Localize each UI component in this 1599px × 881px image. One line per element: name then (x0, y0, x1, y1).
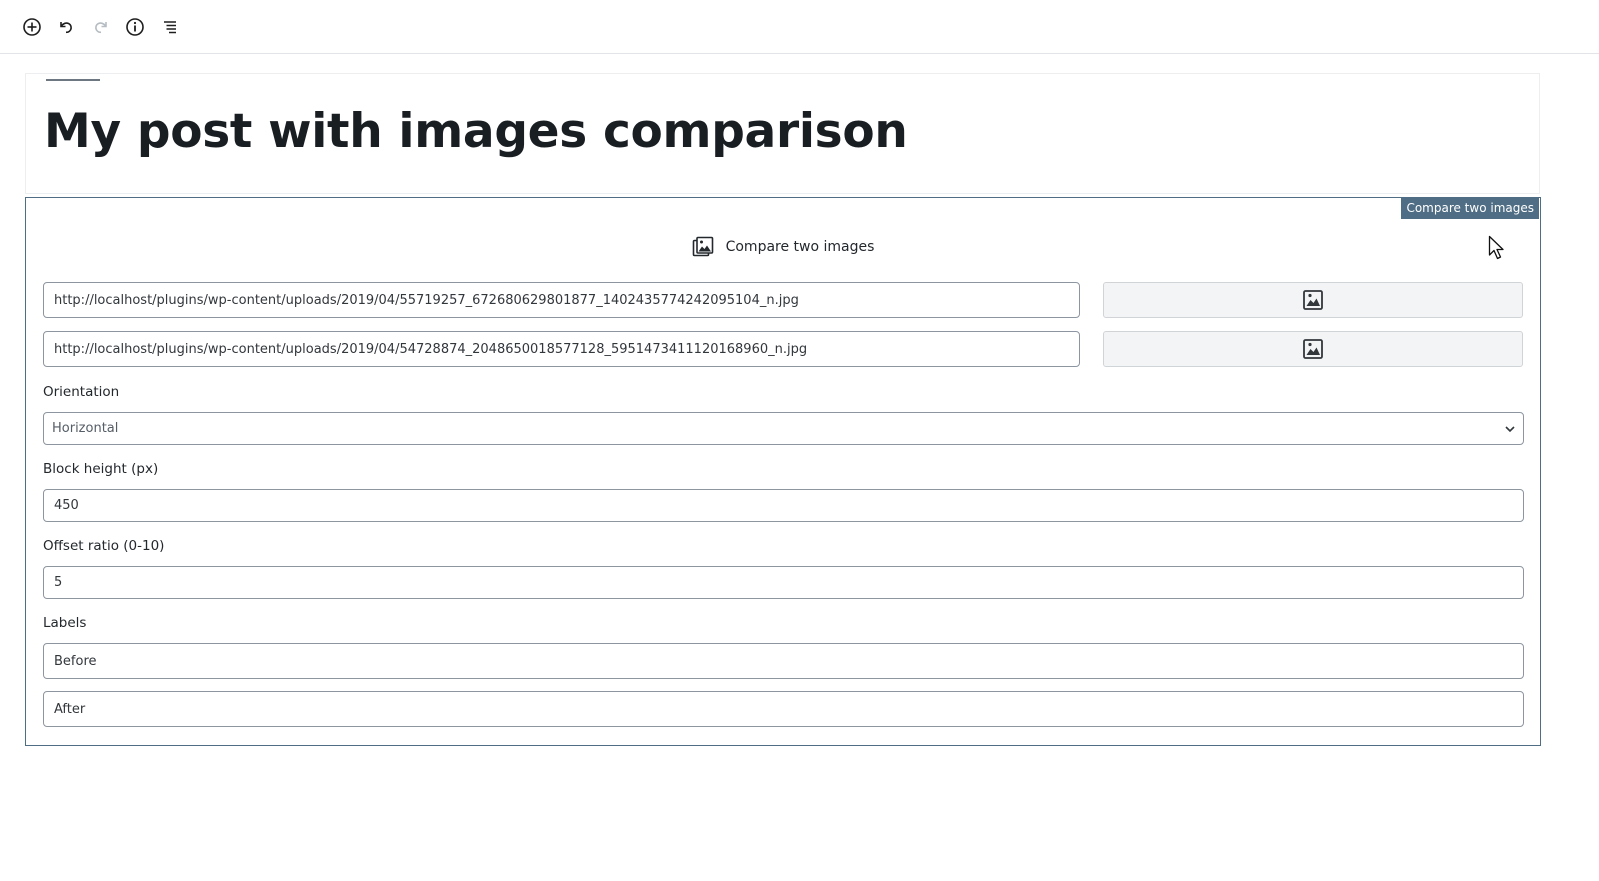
offset-ratio-input[interactable] (43, 566, 1524, 599)
info-icon (126, 18, 144, 36)
images-icon (692, 236, 713, 257)
list-outline-icon (164, 21, 176, 34)
redo-icon (95, 22, 107, 34)
content-info-button[interactable] (123, 15, 147, 39)
select-image-button-2[interactable] (1103, 331, 1523, 367)
undo-icon (60, 22, 72, 34)
orientation-select[interactable]: Horizontal (43, 412, 1524, 445)
block-navigation-button[interactable] (158, 15, 182, 39)
image-url-input-2[interactable] (43, 331, 1080, 367)
post-title-block[interactable]: My post with images comparison (25, 73, 1540, 194)
editor-toolbar (0, 0, 1599, 54)
before-label-input[interactable] (43, 643, 1524, 679)
plus-circle-icon (23, 18, 41, 36)
chevron-down-icon (1505, 426, 1515, 433)
select-image-button-1[interactable] (1103, 282, 1523, 318)
mouse-cursor-icon (1488, 235, 1504, 260)
image-icon (1303, 290, 1323, 310)
redo-button[interactable] (89, 15, 113, 39)
compare-images-block[interactable]: Compare two images Compare two images Or… (25, 197, 1541, 746)
after-label-input[interactable] (43, 691, 1524, 727)
labels-label: Labels (43, 615, 87, 631)
offset-ratio-label: Offset ratio (0-10) (43, 538, 165, 554)
image-url-input-1[interactable] (43, 282, 1080, 318)
image-icon (1303, 339, 1323, 359)
orientation-label: Orientation (43, 384, 120, 400)
title-separator (46, 79, 100, 81)
undo-button[interactable] (54, 15, 78, 39)
block-height-label: Block height (px) (43, 461, 159, 477)
orientation-selected-value: Horizontal (52, 421, 119, 436)
post-title[interactable]: My post with images comparison (44, 104, 908, 159)
block-type-tag: Compare two images (1401, 198, 1539, 219)
block-height-input[interactable] (43, 489, 1524, 522)
block-header: Compare two images (26, 236, 1540, 258)
add-block-button[interactable] (20, 15, 44, 39)
block-header-label: Compare two images (725, 239, 875, 255)
